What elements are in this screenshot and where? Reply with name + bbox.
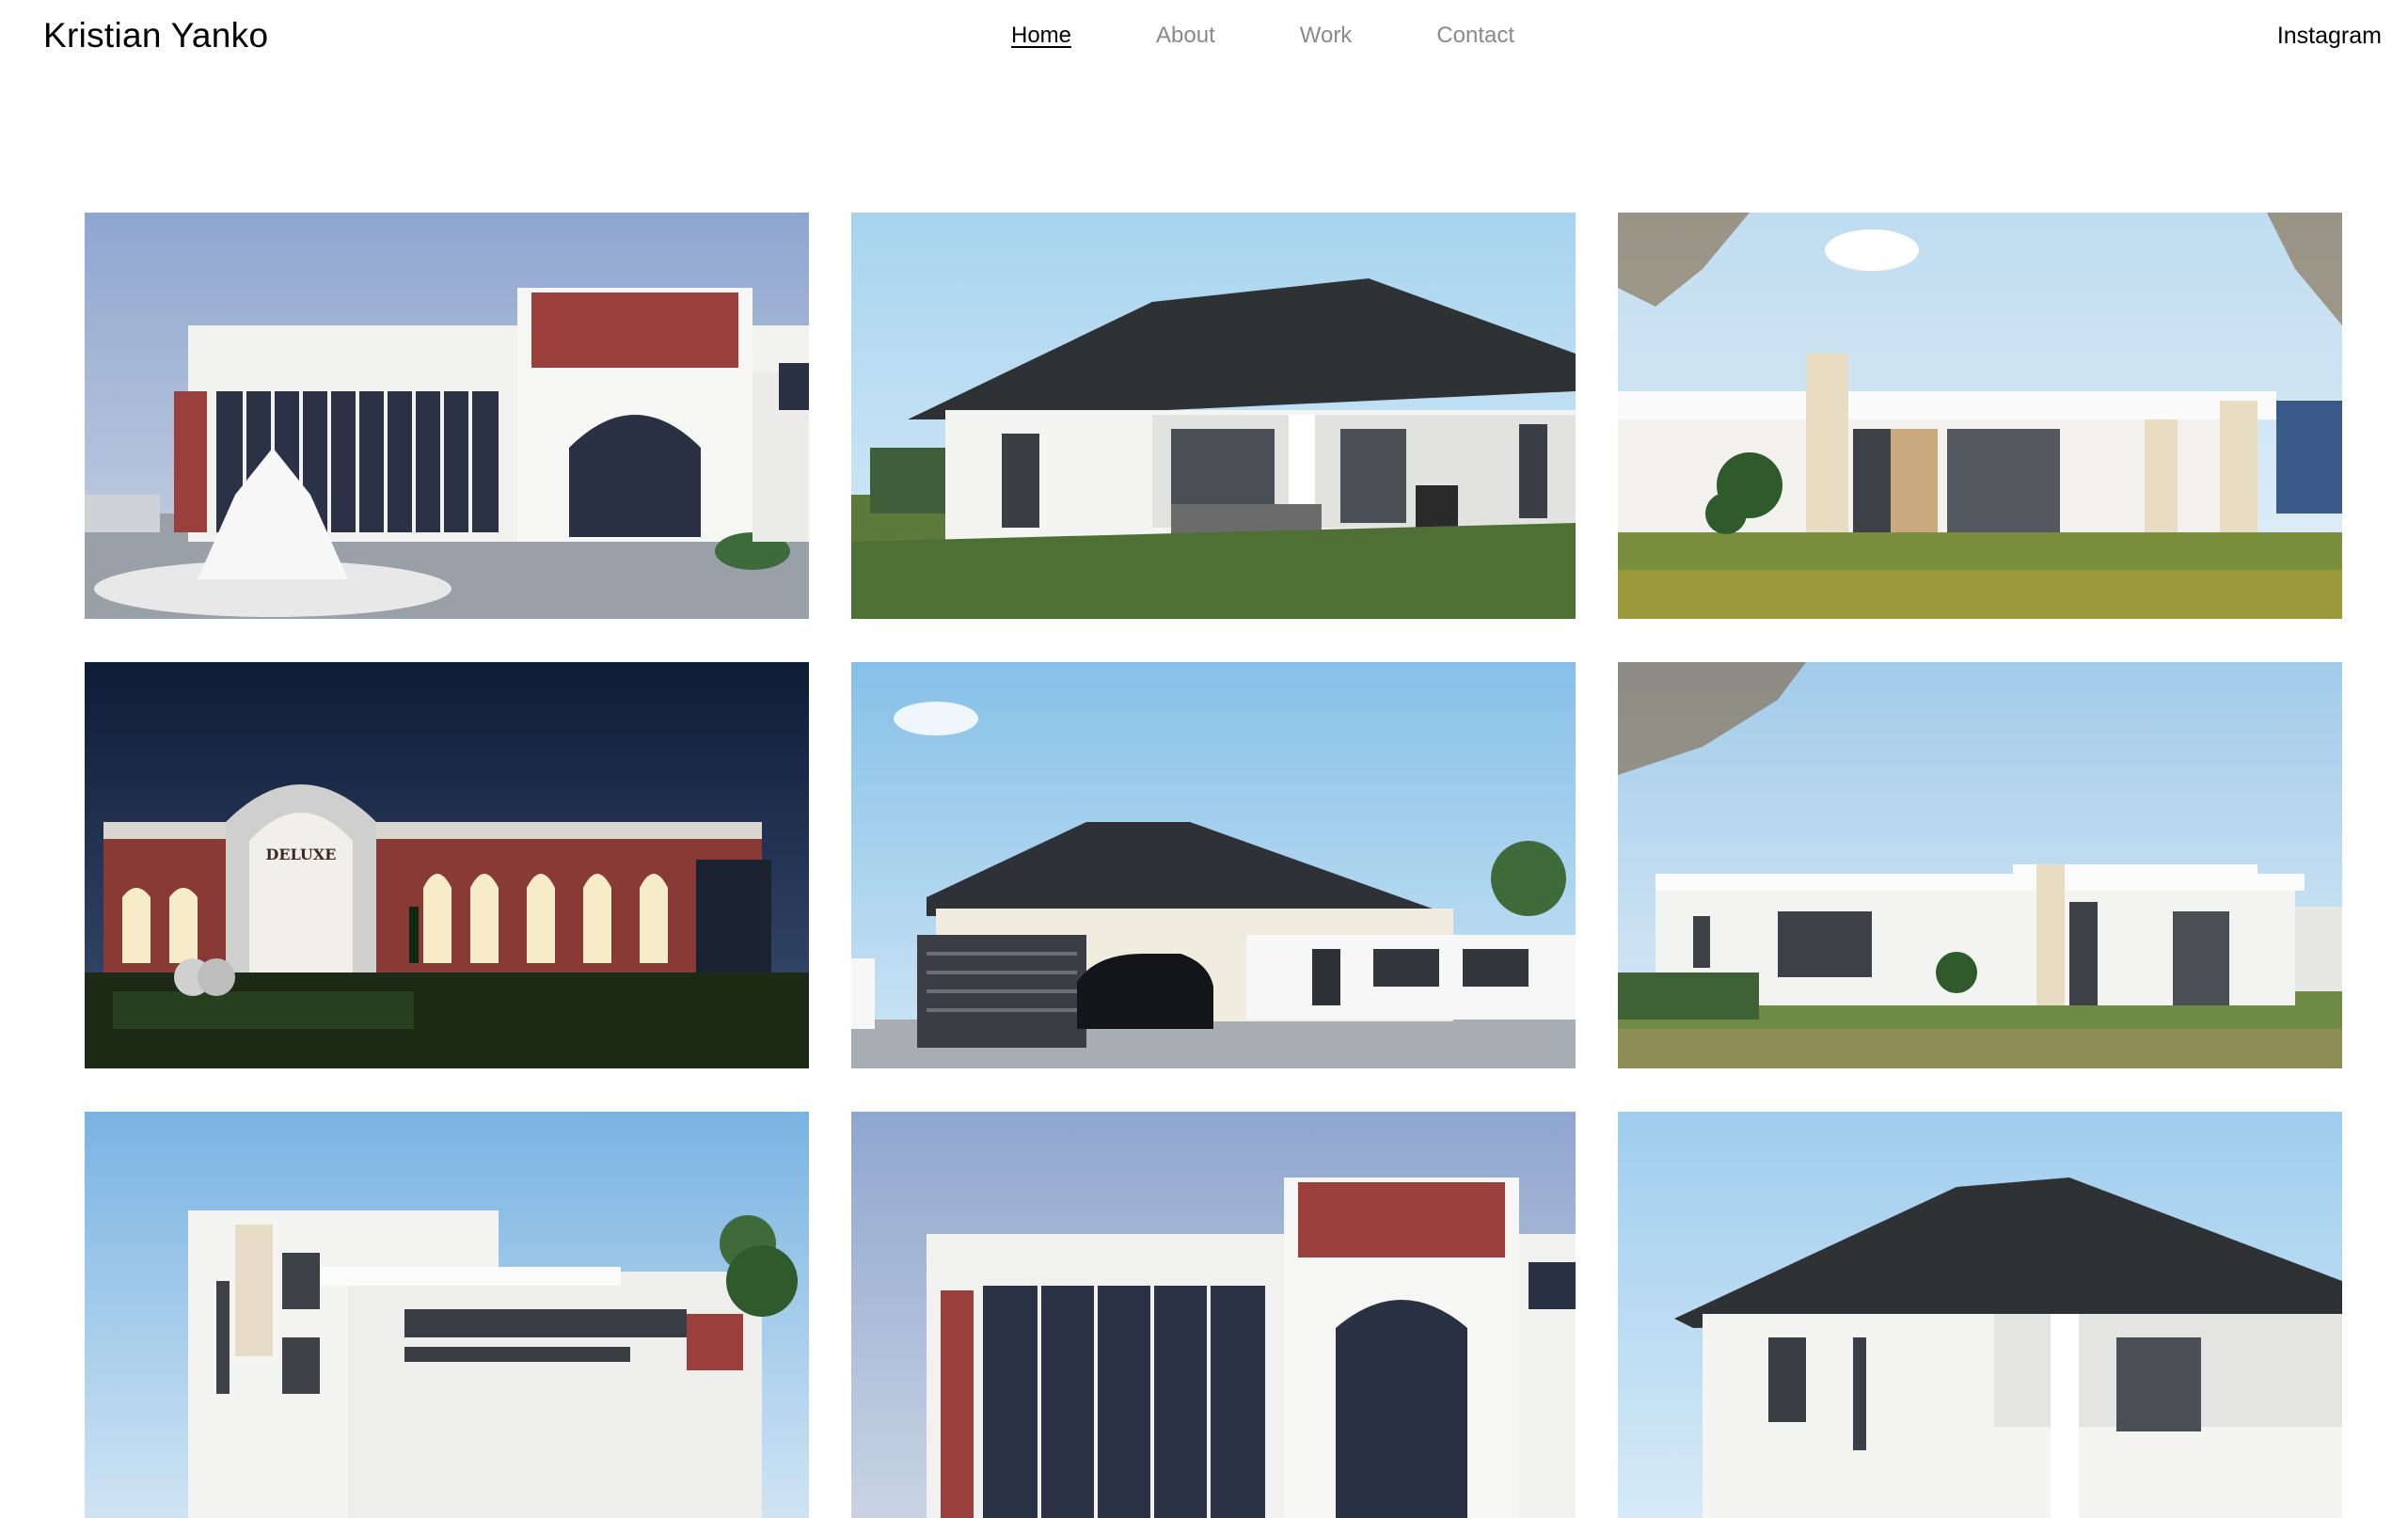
gallery-tile-house-suv[interactable]: [851, 662, 1576, 1068]
deluxe-sign: DELUXE: [265, 846, 336, 863]
render-hip-roof-patio-image: [851, 213, 1576, 619]
gallery-tile-deluxe-night[interactable]: DELUXE: [85, 662, 809, 1068]
nav-about-link[interactable]: About: [1156, 23, 1215, 49]
render-hip-roof-columns-image: [1618, 1112, 2342, 1518]
gallery-tile-white-flat-roof[interactable]: [1618, 662, 2342, 1068]
gallery-tile-hip-roof-patio[interactable]: [851, 213, 1576, 619]
nav-work-link[interactable]: Work: [1300, 23, 1353, 49]
site-brand[interactable]: Kristian Yanko: [43, 16, 268, 55]
render-white-flat-roof-image: [1618, 662, 2342, 1068]
gallery-tile-two-storey-modern[interactable]: [85, 1112, 809, 1518]
project-gallery: DELUXE: [85, 213, 2342, 1518]
render-two-storey-modern-image: [85, 1112, 809, 1518]
nav-home-link[interactable]: Home: [1011, 23, 1071, 49]
gallery-tile-flat-roof-stone[interactable]: [1618, 213, 2342, 619]
gallery-tile-classical-facade[interactable]: [851, 1112, 1576, 1518]
gallery-tile-classical-fountain[interactable]: [85, 213, 809, 619]
render-classical-facade-image: [851, 1112, 1576, 1518]
gallery-tile-hip-roof-columns[interactable]: [1618, 1112, 2342, 1518]
site-header: Kristian Yanko Home About Work Contact I…: [0, 0, 2408, 75]
instagram-link[interactable]: Instagram: [2277, 23, 2382, 50]
main-nav: Home About Work Contact: [1011, 23, 1599, 49]
render-flat-roof-stone-image: [1618, 213, 2342, 619]
render-house-suv-image: [851, 662, 1576, 1068]
render-classical-fountain-image: [85, 213, 809, 619]
nav-contact-link[interactable]: Contact: [1436, 23, 1514, 49]
render-deluxe-night-image: DELUXE: [85, 662, 809, 1068]
